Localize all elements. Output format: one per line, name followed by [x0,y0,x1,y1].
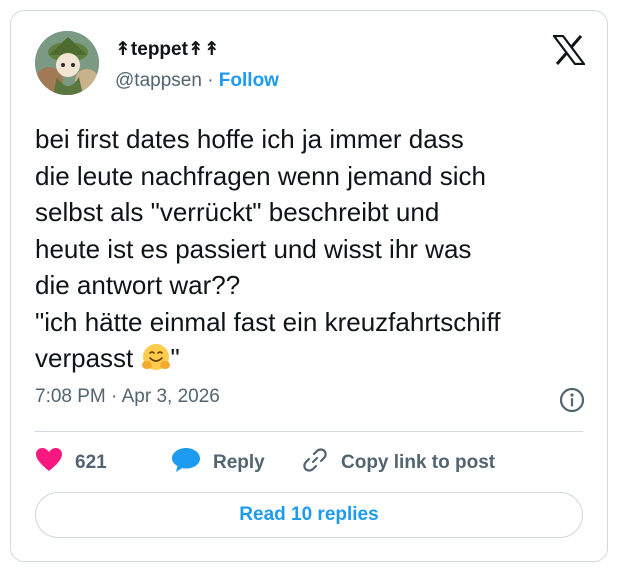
like-button[interactable]: 621 [35,444,107,482]
heart-icon [35,447,75,479]
reply-button[interactable]: Reply [171,444,265,482]
link-icon [301,446,341,480]
timestamp[interactable]: 7:08 PM · Apr 3, 2026 [35,386,220,408]
copy-link-button[interactable]: Copy link to post [301,444,495,482]
tweet-line: "ich hätte einmal fast ein kreuzfahrtsch… [35,306,501,337]
info-icon[interactable] [559,387,585,413]
follow-button[interactable]: Follow [219,70,279,91]
tweet-last-line: verpasst " [35,340,595,382]
action-bar: 621 Reply Copy link to post [35,444,595,482]
avatar[interactable] [35,31,99,95]
tweet-line: die antwort war?? [35,270,241,300]
like-count: 621 [75,452,107,473]
divider [35,431,583,432]
user-handle[interactable]: @tappsen [115,70,202,91]
display-name[interactable]: ↟teppet↟↟ [115,38,220,61]
tweet-line: heute ist es passiert und wisst ihr was [35,233,472,264]
tweet-line: bei first dates hoffe ich ja immer dass [35,124,464,154]
tweet-line: selbst als "verrückt" beschreibt und [35,197,440,227]
copy-link-label: Copy link to post [341,452,496,473]
speech-bubble-icon [171,447,213,479]
x-logo-icon[interactable] [551,34,587,66]
reply-label: Reply [213,452,265,473]
separator-dot: · [207,70,214,91]
hugging-face-icon [141,342,171,382]
closing-quote: " [170,343,180,373]
tweet-text: bei first dates hoffe ich ja immer dass … [35,121,595,382]
tweet-card: ↟teppet↟↟ @tappsen · Follow bei first da… [10,10,608,562]
handle-row: @tappsen · Follow [115,70,279,92]
read-replies-button[interactable]: Read 10 replies [35,492,583,538]
tweet-line: verpasst [35,343,141,373]
tweet-line: die leute nachfragen wenn jemand sich [35,160,486,191]
